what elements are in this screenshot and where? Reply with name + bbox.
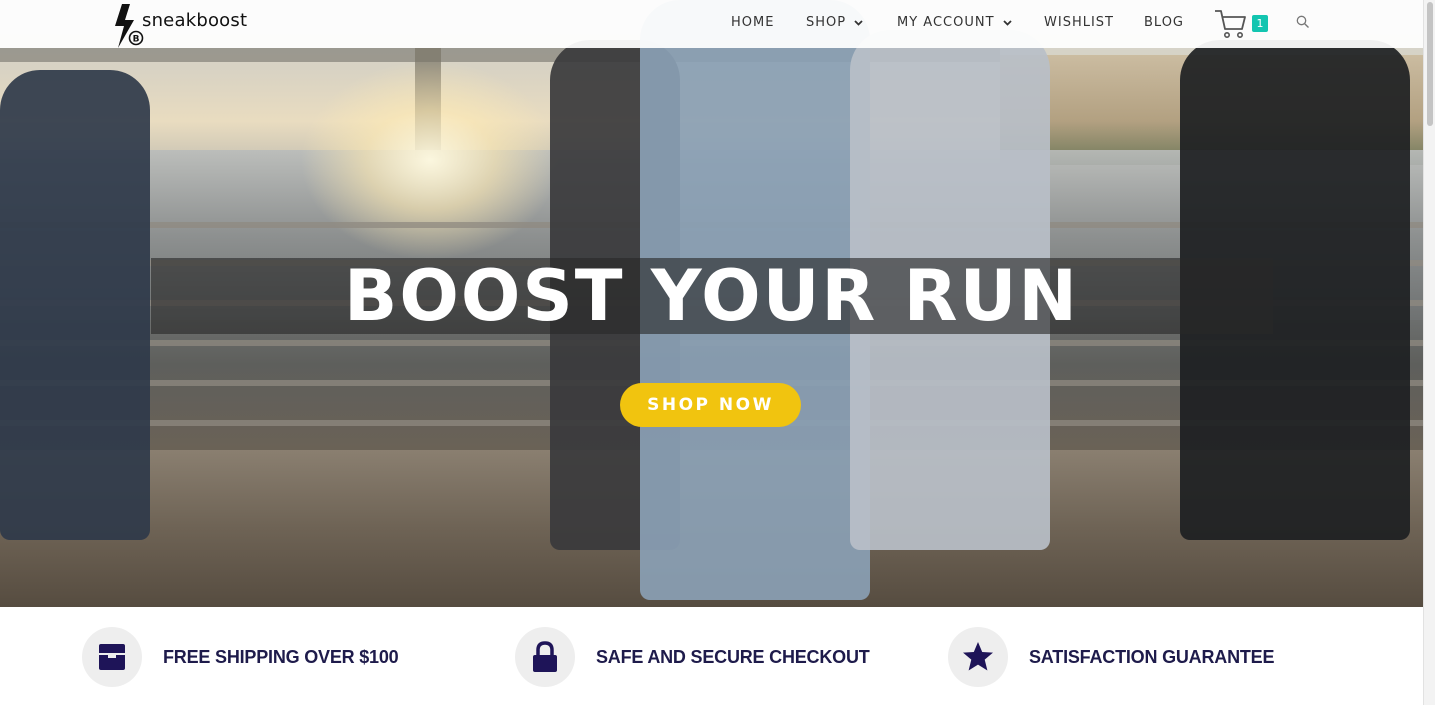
nav-item-my-account[interactable]: MY ACCOUNT xyxy=(897,15,1012,30)
lock-icon xyxy=(533,641,557,672)
hero-sunlight-shape xyxy=(300,60,560,260)
cart-button[interactable]: 1 xyxy=(1214,8,1268,40)
search-icon xyxy=(1296,15,1309,28)
feature-free-shipping: FREE SHIPPING OVER $100 xyxy=(82,627,399,687)
chevron-down-icon xyxy=(854,19,863,26)
nav-item-label: HOME xyxy=(731,15,775,30)
hero-title: BOOST YOUR RUN xyxy=(343,255,1080,337)
lightning-bolt-icon: B xyxy=(115,4,144,48)
shopping-cart-icon xyxy=(1215,10,1246,38)
feature-label: FREE SHIPPING OVER $100 xyxy=(163,646,399,667)
box-icon xyxy=(99,644,125,670)
nav-item-label: WISHLIST xyxy=(1044,15,1114,30)
features-strip: FREE SHIPPING OVER $100 SAFE AND SECURE … xyxy=(0,607,1423,705)
feature-satisfaction: SATISFACTION GUARANTEE xyxy=(948,627,1274,687)
cart-count-badge: 1 xyxy=(1252,15,1268,32)
star-icon xyxy=(963,642,993,671)
nav-item-label: BLOG xyxy=(1144,15,1185,30)
search-button[interactable] xyxy=(1296,15,1312,31)
nav-item-home[interactable]: HOME xyxy=(731,15,774,30)
shop-now-button[interactable]: SHOP NOW xyxy=(620,383,801,427)
nav-item-wishlist[interactable]: WISHLIST xyxy=(1044,15,1114,30)
scrollbar-thumb[interactable] xyxy=(1427,2,1433,126)
feature-label: SATISFACTION GUARANTEE xyxy=(1029,646,1275,667)
feature-icon-circle xyxy=(515,627,575,687)
chevron-down-icon xyxy=(1002,19,1012,26)
feature-label: SAFE AND SECURE CHECKOUT xyxy=(596,646,870,667)
page-scrollbar[interactable] xyxy=(1423,0,1435,705)
site-header: B sneakboost HOME SHOP MY ACCOUNT WISHLI… xyxy=(0,0,1423,48)
nav-item-shop[interactable]: SHOP xyxy=(806,15,863,30)
feature-icon-circle xyxy=(948,627,1008,687)
feature-secure-checkout: SAFE AND SECURE CHECKOUT xyxy=(515,627,870,687)
nav-item-label: MY ACCOUNT xyxy=(897,15,995,30)
nav-item-label: SHOP xyxy=(806,15,847,30)
brand-logo[interactable]: B sneakboost xyxy=(110,4,247,48)
brand-mark-letter: B xyxy=(133,35,140,45)
feature-icon-circle xyxy=(82,627,142,687)
nav-item-blog[interactable]: BLOG xyxy=(1144,15,1184,30)
brand-name: sneakboost xyxy=(142,10,248,31)
